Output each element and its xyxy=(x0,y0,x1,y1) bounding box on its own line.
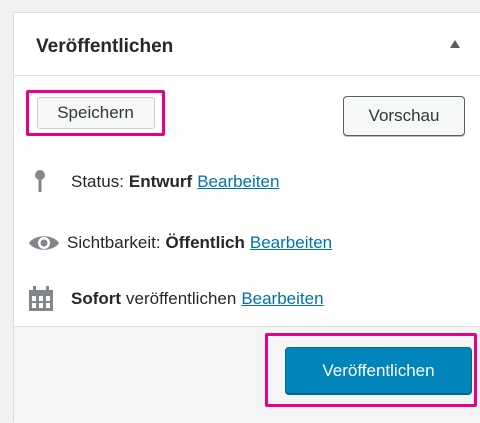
collapse-toggle-icon[interactable] xyxy=(450,40,460,48)
visibility-label: Sichtbarkeit: xyxy=(67,233,161,252)
status-row: Status: Entwurf Bearbeiten xyxy=(27,168,279,196)
status-value: Entwurf xyxy=(128,172,193,191)
calendar-icon xyxy=(27,285,57,313)
preview-label: Vorschau xyxy=(368,106,440,125)
save-draft-label: Speichern xyxy=(57,103,134,122)
edit-status-link[interactable]: Bearbeiten xyxy=(197,172,279,192)
preview-button[interactable]: Vorschau xyxy=(343,96,465,136)
schedule-row: Sofort veröffentlichen Bearbeiten xyxy=(27,285,324,313)
publish-label: Veröffentlichen xyxy=(322,360,435,380)
status-label: Status: xyxy=(71,172,124,191)
schedule-label: veröffentlichen xyxy=(126,289,237,308)
edit-visibility-link[interactable]: Bearbeiten xyxy=(250,233,332,253)
publish-button[interactable]: Veröffentlichen xyxy=(285,347,472,394)
save-draft-button[interactable]: Speichern xyxy=(36,97,155,129)
eye-icon xyxy=(27,229,59,257)
schedule-value: Sofort xyxy=(71,289,122,308)
visibility-value: Öffentlich xyxy=(165,233,245,252)
panel-title: Veröffentlichen xyxy=(36,36,174,57)
save-draft-highlight: Speichern xyxy=(26,90,165,136)
panel-header: Veröffentlichen xyxy=(14,13,480,76)
pin-icon xyxy=(27,168,57,196)
edit-schedule-link[interactable]: Bearbeiten xyxy=(241,289,323,309)
visibility-row: Sichtbarkeit: Öffentlich Bearbeiten xyxy=(27,229,332,257)
